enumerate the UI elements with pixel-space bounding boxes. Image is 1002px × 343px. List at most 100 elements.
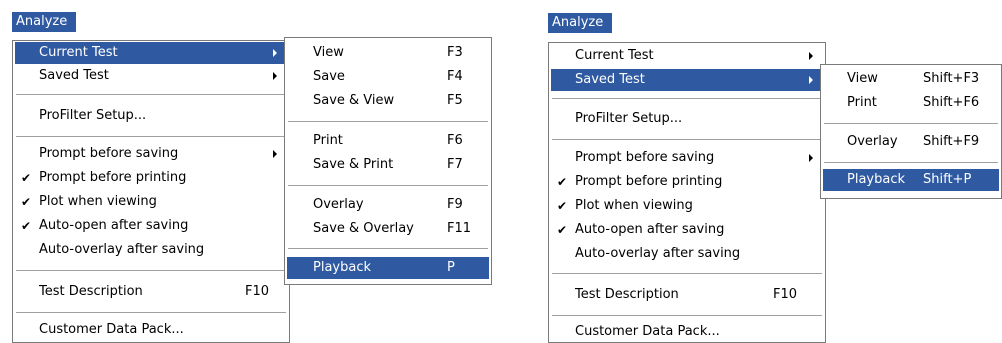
- submenu-item-shortcut: F11: [447, 221, 472, 236]
- submenu-arrow-icon: [809, 154, 813, 162]
- menu-item-auto-overlay-after-saving[interactable]: Auto-overlay after saving: [551, 243, 823, 265]
- checkmark-icon: ✔: [21, 219, 32, 233]
- saved-test-submenu: View Shift+F3 Print Shift+F6 Overlay Shi…: [820, 64, 1002, 199]
- submenu-item-label: Playback: [847, 172, 906, 187]
- menu-item-auto-overlay-after-saving[interactable]: Auto-overlay after saving: [15, 239, 287, 261]
- menu-item-label: Test Description: [39, 284, 143, 299]
- menu-separator: [552, 98, 822, 99]
- menu-item-label: Prompt before saving: [39, 146, 179, 161]
- submenu-item-print[interactable]: Print F6: [287, 130, 489, 152]
- menu-item-prompt-before-saving[interactable]: Prompt before saving: [15, 143, 287, 165]
- menu-separator: [16, 312, 286, 313]
- submenu-item-print[interactable]: Print Shift+F6: [823, 92, 999, 114]
- menu-item-label: ProFilter Setup...: [575, 111, 683, 126]
- menu-item-saved-test[interactable]: Saved Test: [15, 65, 287, 87]
- menu-item-auto-open-after-saving[interactable]: ✔ Auto-open after saving: [15, 215, 287, 237]
- submenu-item-save-overlay[interactable]: Save & Overlay F11: [287, 218, 489, 240]
- menu-item-prompt-before-printing[interactable]: ✔ Prompt before printing: [15, 167, 287, 189]
- submenu-item-overlay[interactable]: Overlay F9: [287, 194, 489, 216]
- checkmark-icon: ✔: [21, 195, 32, 209]
- submenu-arrow-icon: [273, 49, 277, 57]
- menu-item-label: Customer Data Pack...: [575, 324, 720, 339]
- menu-item-test-description[interactable]: Test Description F10: [15, 281, 287, 303]
- submenu-item-playback[interactable]: Playback Shift+P: [823, 169, 999, 191]
- menu-item-saved-test[interactable]: Saved Test: [551, 69, 823, 91]
- analyze-menu[interactable]: Analyze: [12, 12, 76, 32]
- submenu-arrow-icon: [273, 72, 277, 80]
- submenu-item-label: View: [313, 45, 344, 60]
- submenu-item-shortcut: F4: [447, 69, 463, 84]
- submenu-item-shortcut: Shift+F9: [923, 134, 980, 149]
- menu-item-profilter-setup[interactable]: ProFilter Setup...: [15, 105, 287, 127]
- submenu-item-shortcut: P: [447, 260, 455, 275]
- analyze-menu[interactable]: Analyze: [548, 13, 612, 33]
- submenu-separator: [824, 162, 998, 163]
- menu-item-label: Test Description: [575, 287, 679, 302]
- menu-separator: [552, 273, 822, 274]
- menu-separator: [552, 139, 822, 140]
- submenu-item-label: Playback: [313, 260, 372, 275]
- menu-item-label: Auto-open after saving: [39, 218, 189, 233]
- menu-separator: [16, 136, 286, 137]
- menu-item-label: Plot when viewing: [575, 198, 693, 213]
- menu-item-plot-when-viewing[interactable]: ✔ Plot when viewing: [15, 191, 287, 213]
- submenu-separator: [288, 185, 488, 186]
- submenu-item-save[interactable]: Save F4: [287, 66, 489, 88]
- submenu-separator: [824, 123, 998, 124]
- menu-item-label: Saved Test: [575, 72, 645, 87]
- submenu-arrow-icon: [809, 52, 813, 60]
- submenu-item-label: Save & View: [313, 93, 395, 108]
- submenu-item-shortcut: Shift+F3: [923, 71, 980, 86]
- menu-item-current-test[interactable]: Current Test: [551, 45, 823, 67]
- submenu-item-save-print[interactable]: Save & Print F7: [287, 154, 489, 176]
- menu-item-prompt-before-printing[interactable]: ✔ Prompt before printing: [551, 171, 823, 193]
- menu-separator: [16, 270, 286, 271]
- menu-item-shortcut: F10: [773, 287, 798, 302]
- menu-separator: [552, 315, 822, 316]
- submenu-item-shortcut: F3: [447, 45, 463, 60]
- menu-item-shortcut: F10: [245, 284, 270, 299]
- menu-item-label: Customer Data Pack...: [39, 322, 184, 337]
- menu-item-label: Auto-overlay after saving: [575, 246, 741, 261]
- checkmark-icon: ✔: [557, 175, 568, 189]
- submenu-item-shortcut: F9: [447, 197, 463, 212]
- menu-item-label: Prompt before saving: [575, 150, 715, 165]
- menu-item-current-test[interactable]: Current Test: [15, 42, 287, 64]
- submenu-item-view[interactable]: View F3: [287, 42, 489, 64]
- submenu-item-label: Save & Overlay: [313, 221, 414, 236]
- submenu-item-label: Overlay: [313, 197, 364, 212]
- menu-item-customer-data-pack[interactable]: Customer Data Pack...: [551, 321, 823, 343]
- menu-item-label: Plot when viewing: [39, 194, 157, 209]
- menu-item-plot-when-viewing[interactable]: ✔ Plot when viewing: [551, 195, 823, 217]
- analyze-dropdown: Current Test Saved Test ProFilter Setup.…: [12, 40, 290, 343]
- analyze-menu-label: Analyze: [552, 15, 604, 30]
- menu-item-label: ProFilter Setup...: [39, 108, 147, 123]
- menu-item-customer-data-pack[interactable]: Customer Data Pack...: [15, 319, 287, 341]
- menu-item-label: Current Test: [39, 45, 118, 60]
- submenu-item-label: Print: [847, 95, 877, 110]
- submenu-item-shortcut: F6: [447, 133, 463, 148]
- menu-item-auto-open-after-saving[interactable]: ✔ Auto-open after saving: [551, 219, 823, 241]
- submenu-item-view[interactable]: View Shift+F3: [823, 68, 999, 90]
- menu-item-label: Prompt before printing: [575, 174, 723, 189]
- submenu-item-playback[interactable]: Playback P: [287, 257, 489, 279]
- submenu-item-overlay[interactable]: Overlay Shift+F9: [823, 131, 999, 153]
- menu-item-label: Saved Test: [39, 68, 109, 83]
- menu-item-label: Auto-open after saving: [575, 222, 725, 237]
- checkmark-icon: ✔: [557, 223, 568, 237]
- submenu-item-label: Save & Print: [313, 157, 394, 172]
- submenu-separator: [288, 121, 488, 122]
- menu-item-profilter-setup[interactable]: ProFilter Setup...: [551, 108, 823, 130]
- submenu-item-shortcut: Shift+P: [923, 172, 972, 187]
- analyze-dropdown: Current Test Saved Test ProFilter Setup.…: [548, 42, 826, 343]
- submenu-item-save-view[interactable]: Save & View F5: [287, 90, 489, 112]
- submenu-item-label: View: [847, 71, 878, 86]
- submenu-arrow-icon: [809, 76, 813, 84]
- menu-item-prompt-before-saving[interactable]: Prompt before saving: [551, 147, 823, 169]
- submenu-item-label: Overlay: [847, 134, 898, 149]
- submenu-item-shortcut: Shift+F6: [923, 95, 980, 110]
- analyze-menu-label: Analyze: [16, 14, 68, 29]
- submenu-item-label: Save: [313, 69, 345, 84]
- menu-item-test-description[interactable]: Test Description F10: [551, 284, 823, 306]
- submenu-arrow-icon: [273, 150, 277, 158]
